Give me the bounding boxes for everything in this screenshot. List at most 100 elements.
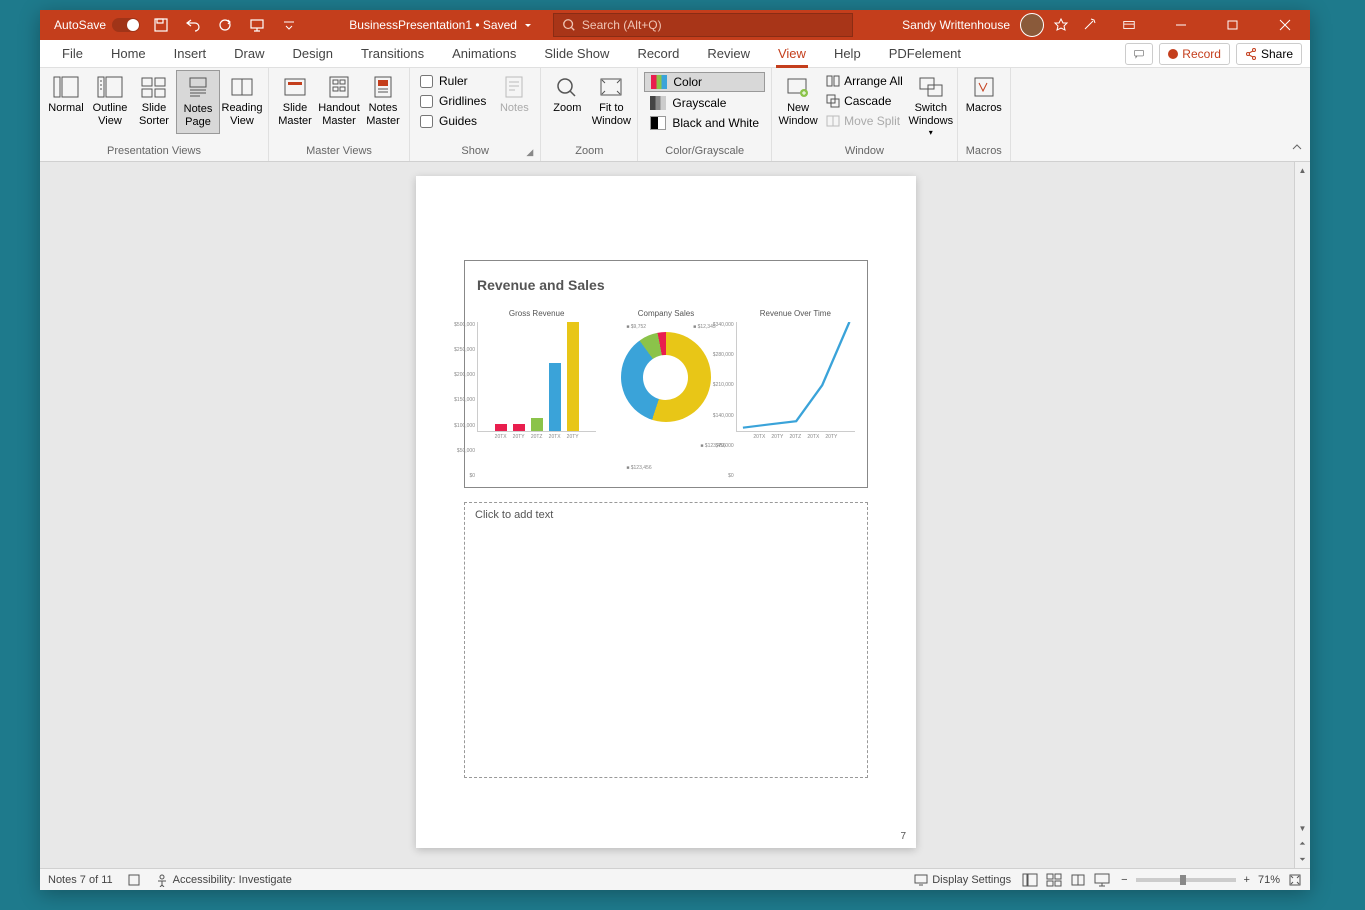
notes-count[interactable]: Notes 7 of 11	[48, 874, 113, 886]
color-button[interactable]: Color	[644, 72, 765, 92]
group-label-window: Window	[776, 145, 953, 159]
minimize-button[interactable]	[1158, 10, 1204, 40]
slide-title: Revenue and Sales	[477, 277, 605, 293]
tab-slideshow[interactable]: Slide Show	[530, 40, 623, 68]
notes-text-area[interactable]: Click to add text	[464, 502, 868, 778]
tab-help[interactable]: Help	[820, 40, 875, 68]
undo-icon[interactable]	[182, 14, 204, 36]
notes-page[interactable]: Revenue and Sales Gross Revenue $500,000…	[416, 176, 916, 848]
autosave-toggle[interactable]: AutoSave	[54, 18, 140, 32]
handout-master-button[interactable]: Handout Master	[317, 70, 361, 132]
new-window-icon	[782, 74, 814, 100]
outline-view-button[interactable]: Outline View	[88, 70, 132, 132]
slide-thumbnail[interactable]: Revenue and Sales Gross Revenue $500,000…	[464, 260, 868, 488]
vertical-scrollbar[interactable]: ▲ ▼ ⏶ ⏷	[1294, 162, 1310, 868]
chart-gross-revenue: Gross Revenue $500,000$250,000$200,000$1…	[477, 309, 596, 479]
zoom-icon	[551, 74, 583, 100]
search-icon	[562, 18, 576, 32]
document-title[interactable]: BusinessPresentation1 • Saved	[349, 18, 533, 32]
slide-sorter-icon	[138, 74, 170, 100]
scroll-up-icon[interactable]: ▲	[1295, 162, 1310, 178]
notes-page-button[interactable]: Notes Page	[176, 70, 220, 134]
gridlines-checkbox[interactable]: Gridlines	[416, 92, 490, 110]
zoom-percent[interactable]: 71%	[1258, 874, 1280, 886]
macros-button[interactable]: Macros	[962, 70, 1006, 119]
scroll-down-icon[interactable]: ▼	[1295, 820, 1310, 836]
coming-soon-icon[interactable]	[1078, 14, 1100, 36]
slide-sorter-button[interactable]: Slide Sorter	[132, 70, 176, 132]
slide-master-button[interactable]: Slide Master	[273, 70, 317, 132]
move-split-button: Move Split	[822, 112, 907, 130]
reading-view-icon-sb[interactable]	[1067, 871, 1089, 889]
tab-design[interactable]: Design	[279, 40, 347, 68]
switch-windows-button[interactable]: Switch Windows▾	[909, 70, 953, 142]
notes-master-button[interactable]: Notes Master	[361, 70, 405, 132]
guides-checkbox[interactable]: Guides	[416, 112, 490, 130]
zoom-button[interactable]: Zoom	[545, 70, 589, 119]
group-label-macros: Macros	[962, 145, 1006, 159]
collapse-ribbon-button[interactable]	[1290, 140, 1304, 159]
group-label-presentation-views: Presentation Views	[44, 145, 264, 159]
grayscale-button[interactable]: Grayscale	[644, 94, 765, 112]
search-box[interactable]	[553, 13, 853, 37]
save-icon[interactable]	[150, 14, 172, 36]
macros-icon	[968, 74, 1000, 100]
cascade-button[interactable]: Cascade	[822, 92, 907, 110]
arrange-all-button[interactable]: Arrange All	[822, 72, 907, 90]
share-button[interactable]: Share	[1236, 43, 1302, 65]
normal-view-button[interactable]: Normal	[44, 70, 88, 119]
fit-to-window-icon-sb[interactable]	[1288, 873, 1302, 887]
ruler-checkbox[interactable]: Ruler	[416, 72, 490, 90]
present-icon[interactable]	[246, 14, 268, 36]
fit-to-window-button[interactable]: Fit to Window	[589, 70, 633, 132]
statusbar: Notes 7 of 11 Accessibility: Investigate…	[40, 868, 1310, 890]
tab-draw[interactable]: Draw	[220, 40, 278, 68]
tab-insert[interactable]: Insert	[160, 40, 221, 68]
ribbon-display-icon[interactable]	[1106, 10, 1152, 40]
group-label-color-grayscale: Color/Grayscale	[642, 145, 767, 159]
redo-icon[interactable]	[214, 14, 236, 36]
workspace[interactable]: Revenue and Sales Gross Revenue $500,000…	[40, 162, 1310, 868]
tab-transitions[interactable]: Transitions	[347, 40, 438, 68]
fit-to-window-icon	[595, 74, 627, 100]
slide-master-icon	[279, 74, 311, 100]
zoom-out-button[interactable]: −	[1121, 874, 1127, 886]
reading-view-button[interactable]: Reading View	[220, 70, 264, 132]
user-name[interactable]: Sandy Writtenhouse	[902, 18, 1010, 32]
record-button[interactable]: Record	[1159, 43, 1230, 65]
display-settings-button[interactable]: Display Settings	[914, 873, 1011, 887]
zoom-in-button[interactable]: +	[1244, 874, 1250, 886]
tab-home[interactable]: Home	[97, 40, 160, 68]
premium-icon[interactable]	[1050, 14, 1072, 36]
next-slide-icon[interactable]: ⏷	[1295, 852, 1310, 868]
tab-pdfelement[interactable]: PDFelement	[875, 40, 975, 68]
comments-button[interactable]	[1125, 43, 1153, 65]
qat-customize-icon[interactable]	[278, 14, 300, 36]
tab-file[interactable]: File	[48, 40, 97, 68]
accessibility-button[interactable]: Accessibility: Investigate	[155, 873, 292, 887]
ribbon-tabs: File Home Insert Draw Design Transitions…	[40, 40, 1310, 68]
notes-button: Notes	[492, 70, 536, 119]
slide-sorter-icon-sb[interactable]	[1043, 871, 1065, 889]
avatar[interactable]	[1020, 13, 1044, 37]
outline-view-icon	[94, 74, 126, 100]
maximize-button[interactable]	[1210, 10, 1256, 40]
tab-record[interactable]: Record	[623, 40, 693, 68]
tab-animations[interactable]: Animations	[438, 40, 530, 68]
reading-view-icon	[226, 74, 258, 100]
new-window-button[interactable]: New Window	[776, 70, 820, 132]
notes-page-icon	[182, 75, 214, 101]
close-button[interactable]	[1262, 10, 1308, 40]
prev-slide-icon[interactable]: ⏶	[1295, 836, 1310, 852]
notes-icon	[498, 74, 530, 100]
black-white-button[interactable]: Black and White	[644, 114, 765, 132]
search-input[interactable]	[582, 18, 844, 32]
zoom-slider[interactable]	[1136, 878, 1236, 882]
page-number: 7	[900, 831, 906, 842]
slideshow-icon-sb[interactable]	[1091, 871, 1113, 889]
normal-view-icon-sb[interactable]	[1019, 871, 1041, 889]
tab-view[interactable]: View	[764, 40, 820, 68]
tab-review[interactable]: Review	[693, 40, 764, 68]
spellcheck-icon[interactable]	[127, 873, 141, 887]
show-dialog-launcher[interactable]: ◢	[526, 147, 538, 159]
